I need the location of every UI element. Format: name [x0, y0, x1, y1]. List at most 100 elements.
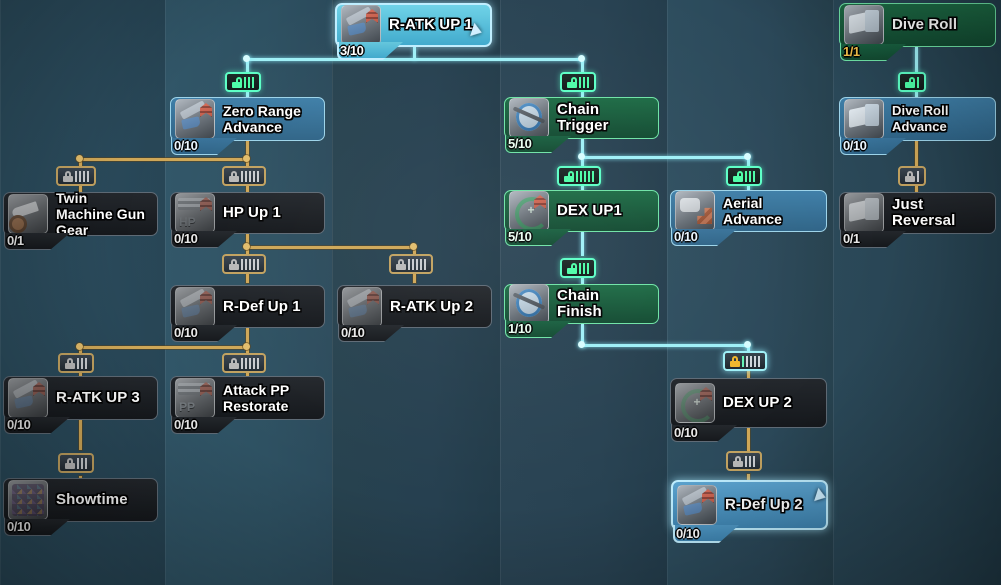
- skill-name: Aerial Advance: [723, 195, 783, 227]
- shield-slash-icon: [509, 98, 549, 138]
- badge-just-reversal[interactable]: [898, 166, 926, 186]
- mosaic-icon: [8, 480, 48, 520]
- skill-level: 0/10: [7, 417, 31, 432]
- skill-node-attack-pp-restorate[interactable]: PP Attack PP Restorate 0/10: [170, 376, 325, 434]
- skill-name: Twin Machine Gun Gear: [56, 190, 145, 238]
- link-dex2-row: [581, 344, 749, 347]
- skill-level: 0/10: [843, 138, 867, 153]
- skill-node-r-atk-up-3[interactable]: R-ATK UP 3 0/10: [3, 376, 158, 434]
- skill-name: R-Def Up 1: [223, 297, 301, 315]
- badge-r-atk-up-3[interactable]: [58, 353, 94, 373]
- skill-level: 0/1: [7, 233, 24, 248]
- skill-name: DEX UP1: [557, 202, 622, 219]
- badge-dex-up-2[interactable]: [723, 351, 767, 371]
- link-ratk3-pp-row: [79, 346, 249, 349]
- link-node-aerial: [744, 153, 751, 160]
- skill-node-dex-up-2[interactable]: + DEX UP 2 0/10: [670, 378, 827, 442]
- link-chain-row: [581, 156, 749, 159]
- link-node-hp1: [243, 155, 250, 162]
- hp-icon: HP: [175, 193, 215, 233]
- gun-chevron-icon: [342, 286, 382, 327]
- badge-chain-finish[interactable]: [560, 258, 596, 278]
- skill-node-chain-finish[interactable]: Chain Finish 1/10: [504, 284, 659, 338]
- rank-bars: [579, 76, 589, 88]
- lock-closed-icon: [905, 170, 915, 182]
- badge-attack-pp-restorate[interactable]: [222, 353, 266, 373]
- skill-node-dive-roll-advance[interactable]: Dive Roll Advance 0/10: [839, 97, 996, 155]
- link-dex1-down: [581, 230, 584, 256]
- badge-aerial-advance[interactable]: [726, 166, 762, 186]
- lock-open-icon: [564, 170, 574, 182]
- skill-node-r-def-up-2[interactable]: R-Def Up 2 0/10: [671, 480, 828, 543]
- badge-r-def-up-1[interactable]: [222, 254, 266, 274]
- skill-level: 0/10: [674, 425, 698, 440]
- dive-roll-icon: [844, 193, 884, 233]
- lock-open-icon: [905, 76, 915, 88]
- skill-level: 1/1: [843, 44, 860, 59]
- skill-name: Showtime: [56, 491, 128, 508]
- twin-gun-icon: [8, 194, 48, 234]
- rank-bars: [77, 357, 87, 369]
- rank-bars: [241, 357, 259, 369]
- lock-closed-icon: [733, 455, 743, 467]
- skill-name: Attack PP Restorate: [223, 382, 290, 414]
- badge-r-atk-up-2[interactable]: [389, 254, 433, 274]
- skill-node-dex-up-1[interactable]: + DEX UP1 5/10: [504, 190, 659, 246]
- pp-icon: PP: [175, 378, 215, 418]
- skill-node-dive-roll[interactable]: Dive Roll 1/1: [839, 3, 996, 61]
- skill-node-aerial-advance[interactable]: Aerial Advance 0/10: [670, 190, 827, 246]
- lock-open-icon: [567, 76, 577, 88]
- skill-node-r-def-up-1[interactable]: R-Def Up 1 0/10: [170, 285, 325, 342]
- rank-bars: [241, 170, 259, 182]
- lock-closed-icon: [730, 355, 740, 367]
- lock-closed-icon: [229, 258, 239, 270]
- badge-zero-range-advance[interactable]: [225, 72, 261, 92]
- rank-bars: [241, 258, 259, 270]
- skill-tree-screen: R-ATK UP 1 3/10 Zero Range Advance 0/10 …: [0, 0, 1001, 585]
- badge-r-def-up-2[interactable]: [726, 451, 762, 471]
- skill-node-chain-trigger[interactable]: Chain Trigger 5/10: [504, 97, 659, 153]
- badge-hp-up-1[interactable]: [222, 166, 266, 186]
- lock-open-icon: [733, 170, 743, 182]
- dex-ring-icon: +: [509, 191, 549, 231]
- skill-level: 0/10: [174, 231, 198, 246]
- link-node-chain-trigger: [578, 55, 585, 62]
- rank-bars: [745, 455, 755, 467]
- badge-twin-machine-gun-gear[interactable]: [56, 166, 96, 186]
- skill-node-just-reversal[interactable]: Just Reversal 0/1: [839, 192, 996, 248]
- skill-level: 0/10: [7, 519, 31, 534]
- lock-closed-icon: [396, 258, 406, 270]
- skill-node-r-atk-up-1[interactable]: R-ATK UP 1 3/10: [335, 3, 492, 60]
- skill-name: R-ATK UP 1: [389, 16, 473, 33]
- link-node-pp: [243, 343, 250, 350]
- skill-level: 0/1: [843, 231, 860, 246]
- skill-level: 5/10: [508, 136, 532, 151]
- link-rdef-ratk2-row: [246, 246, 416, 249]
- dive-roll-icon: [844, 99, 884, 139]
- rank-bars: [244, 76, 254, 88]
- badge-showtime[interactable]: [58, 453, 94, 473]
- skill-level: 1/10: [508, 321, 532, 336]
- lock-closed-icon: [229, 357, 239, 369]
- skill-name: Just Reversal: [892, 196, 956, 229]
- skill-name: Zero Range Advance: [223, 103, 302, 135]
- link-ratk2-badge: [413, 274, 416, 283]
- skill-level: 0/10: [674, 229, 698, 244]
- lock-closed-icon: [65, 357, 75, 369]
- rank-bars: [742, 355, 760, 367]
- rank-bars: [579, 262, 589, 274]
- skill-node-zero-range-advance[interactable]: Zero Range Advance 0/10: [170, 97, 325, 155]
- badge-dex-up-1[interactable]: [557, 166, 601, 186]
- badge-dive-roll-advance[interactable]: [898, 72, 926, 92]
- link-node-ratk2: [410, 243, 417, 250]
- link-ratk3-down: [79, 420, 82, 450]
- lock-closed-icon: [229, 170, 239, 182]
- skill-node-showtime[interactable]: Showtime 0/10: [3, 478, 158, 536]
- rank-bars: [745, 170, 755, 182]
- skill-node-twin-machine-gun-gear[interactable]: Twin Machine Gun Gear 0/1: [3, 190, 158, 250]
- link-node-rdef1: [243, 243, 250, 250]
- skill-node-hp-up-1[interactable]: HP HP Up 1 0/10: [170, 192, 325, 248]
- skill-level: 0/10: [174, 138, 198, 153]
- skill-node-r-atk-up-2[interactable]: R-ATK Up 2 0/10: [337, 285, 492, 342]
- badge-chain-trigger[interactable]: [560, 72, 596, 92]
